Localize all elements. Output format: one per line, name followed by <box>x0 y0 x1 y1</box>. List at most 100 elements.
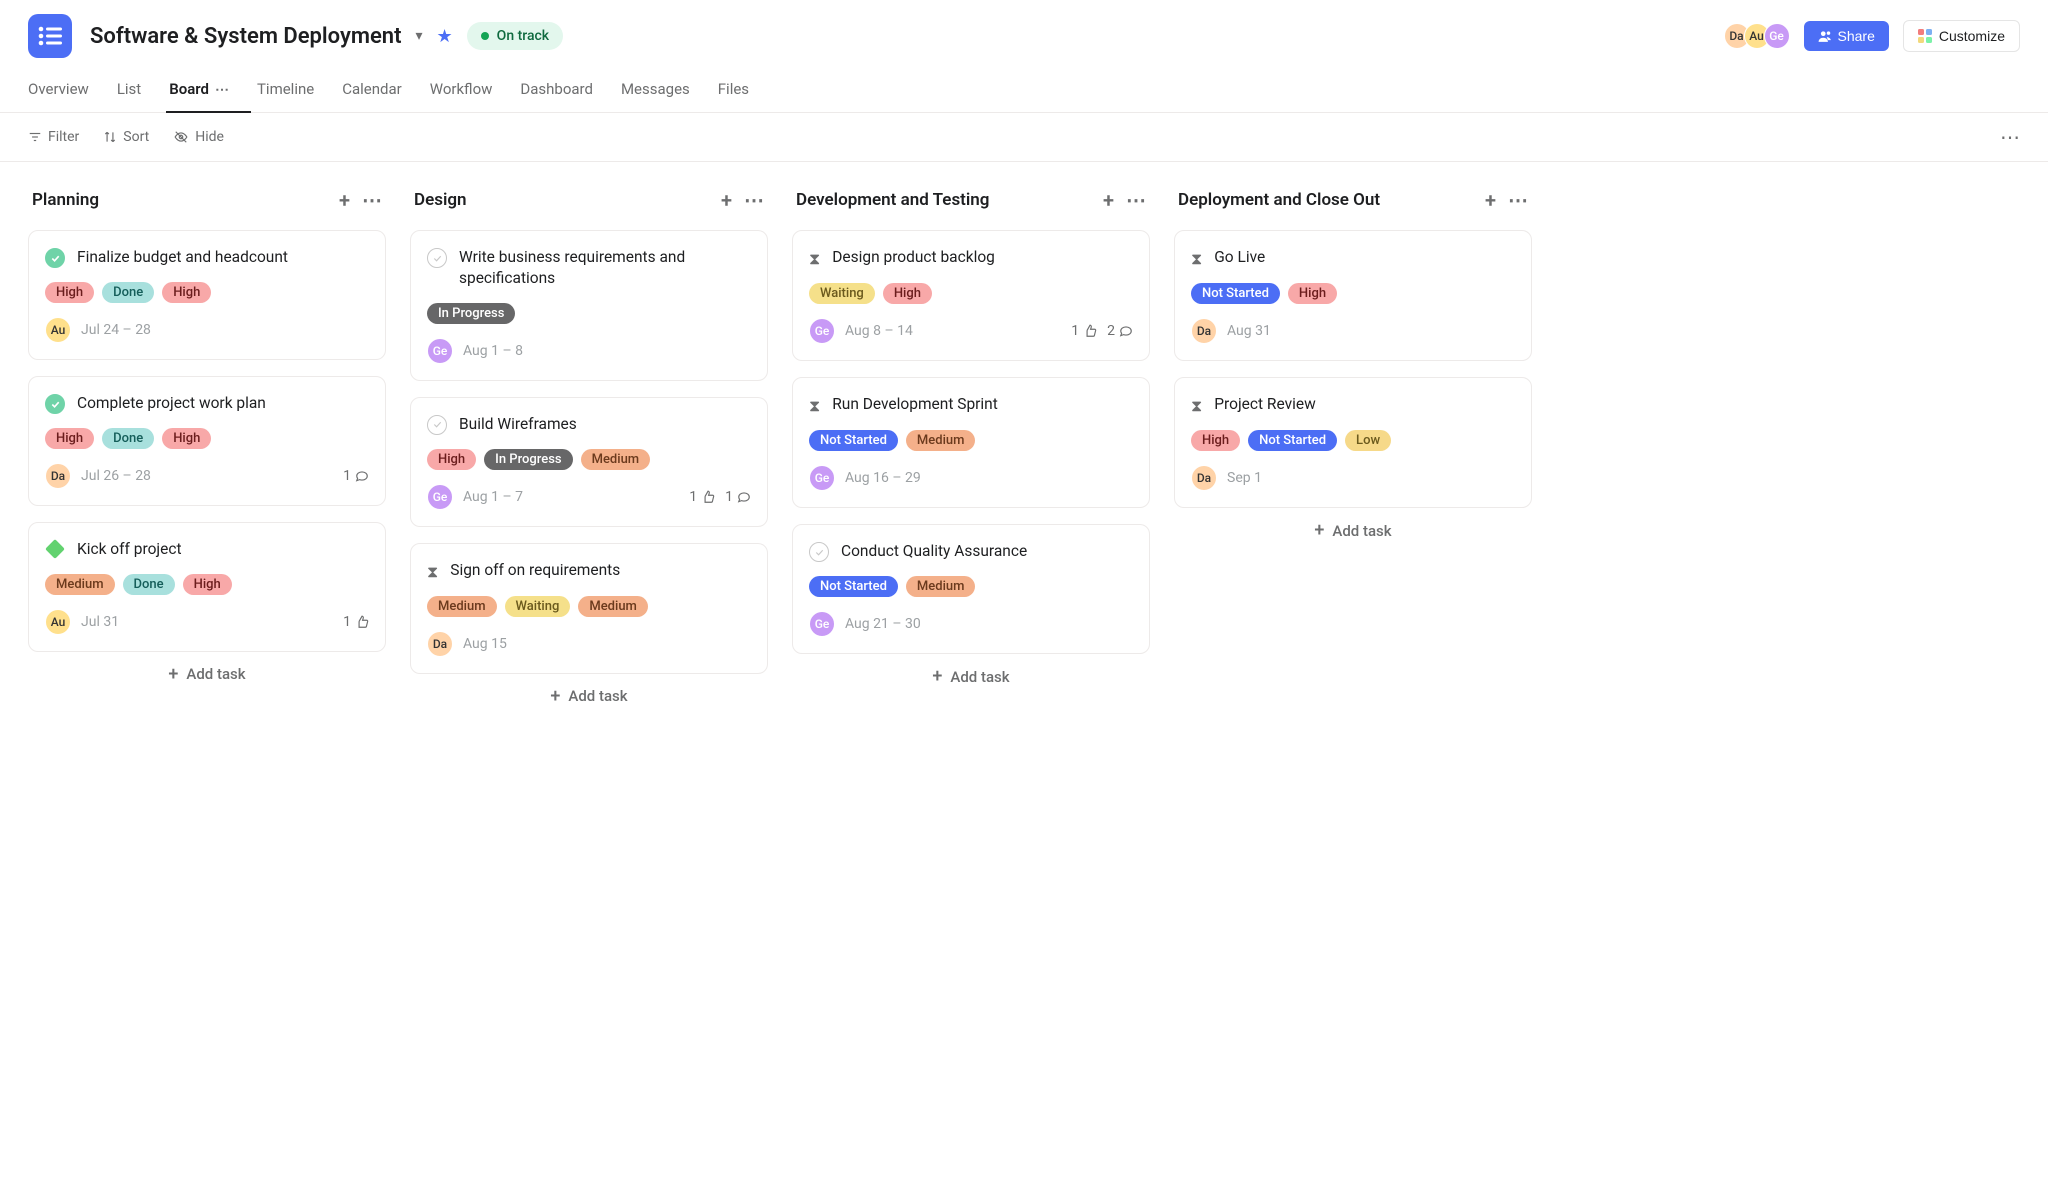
check-icon[interactable] <box>427 248 447 268</box>
filter-button[interactable]: Filter <box>28 129 79 145</box>
chevron-down-icon[interactable]: ▾ <box>416 28 423 44</box>
tag[interactable]: High <box>883 283 932 304</box>
assignee-avatar[interactable]: Au <box>45 609 71 635</box>
tag[interactable]: High <box>1288 283 1337 304</box>
tag[interactable]: Waiting <box>505 596 571 617</box>
check-icon[interactable] <box>809 542 829 562</box>
comments-count[interactable]: 1 <box>343 468 369 484</box>
assignee-avatar[interactable]: Ge <box>809 611 835 637</box>
task-card[interactable]: Complete project work planHighDoneHighDa… <box>28 376 386 506</box>
assignee-avatar[interactable]: Ge <box>809 465 835 491</box>
tag[interactable]: In Progress <box>427 303 515 324</box>
task-card[interactable]: ⧗Run Development SprintNot StartedMedium… <box>792 377 1150 508</box>
add-card-icon[interactable]: + <box>1485 188 1496 212</box>
assignee-avatar[interactable]: Da <box>45 463 71 489</box>
tab-board[interactable]: Board⋯ <box>169 70 229 112</box>
tag[interactable]: Medium <box>581 449 651 470</box>
tag[interactable]: High <box>45 428 94 449</box>
tab-more-icon[interactable]: ⋯ <box>215 82 229 98</box>
star-icon[interactable]: ★ <box>437 26 453 47</box>
milestone-icon[interactable] <box>45 539 65 559</box>
project-title[interactable]: Software & System Deployment <box>90 24 402 49</box>
assignee-avatar[interactable]: Da <box>427 631 453 657</box>
column-title[interactable]: Design <box>414 190 467 210</box>
tag[interactable]: Medium <box>45 574 115 595</box>
task-card[interactable]: ⧗Go LiveNot StartedHighDaAug 31 <box>1174 230 1532 361</box>
add-task-button[interactable]: +Add task <box>28 652 386 697</box>
assignee-avatar[interactable]: Da <box>1191 465 1217 491</box>
likes-count[interactable]: 1 <box>343 614 369 630</box>
task-card[interactable]: Build WireframesHighIn ProgressMediumGeA… <box>410 397 768 527</box>
tag[interactable]: High <box>162 428 211 449</box>
tag[interactable]: Low <box>1345 430 1391 451</box>
hourglass-icon[interactable]: ⧗ <box>427 562 438 582</box>
column-title[interactable]: Development and Testing <box>796 190 989 210</box>
assignee-avatar[interactable]: Ge <box>427 338 453 364</box>
tag[interactable]: High <box>162 282 211 303</box>
tab-dashboard[interactable]: Dashboard <box>520 70 593 112</box>
tab-timeline[interactable]: Timeline <box>257 70 314 112</box>
tag[interactable]: High <box>1191 430 1240 451</box>
tag[interactable]: Not Started <box>1248 430 1337 451</box>
add-card-icon[interactable]: + <box>339 188 350 212</box>
check-icon[interactable] <box>427 415 447 435</box>
check-done-icon[interactable] <box>45 394 65 414</box>
add-task-button[interactable]: +Add task <box>792 654 1150 699</box>
tag[interactable]: Not Started <box>809 576 898 597</box>
likes-count[interactable]: 1 <box>689 489 715 505</box>
assignee-avatar[interactable]: Ge <box>809 318 835 344</box>
hourglass-icon[interactable]: ⧗ <box>1191 249 1202 269</box>
task-card[interactable]: ⧗Sign off on requirementsMediumWaitingMe… <box>410 543 768 674</box>
column-more-icon[interactable]: ⋯ <box>362 188 382 212</box>
tag[interactable]: Medium <box>427 596 497 617</box>
project-icon[interactable] <box>28 14 72 58</box>
tab-overview[interactable]: Overview <box>28 70 89 112</box>
assignee-avatar[interactable]: Au <box>45 317 71 343</box>
column-title[interactable]: Planning <box>32 190 99 210</box>
member-avatars[interactable]: Da Au Ge <box>1724 23 1790 49</box>
toolbar-more-icon[interactable]: ⋯ <box>2000 125 2020 149</box>
column-more-icon[interactable]: ⋯ <box>1508 188 1528 212</box>
tag[interactable]: High <box>45 282 94 303</box>
tab-files[interactable]: Files <box>718 70 749 112</box>
task-card[interactable]: ⧗Design product backlogWaitingHighGeAug … <box>792 230 1150 361</box>
check-done-icon[interactable] <box>45 248 65 268</box>
likes-count[interactable]: 1 <box>1071 323 1097 339</box>
tab-messages[interactable]: Messages <box>621 70 690 112</box>
tag[interactable]: Medium <box>578 596 648 617</box>
comments-count[interactable]: 1 <box>725 489 751 505</box>
task-card[interactable]: Kick off projectMediumDoneHighAuJul 311 <box>28 522 386 652</box>
comments-count[interactable]: 2 <box>1107 323 1133 339</box>
tag[interactable]: Medium <box>906 576 976 597</box>
add-card-icon[interactable]: + <box>1103 188 1114 212</box>
hide-button[interactable]: Hide <box>173 129 224 145</box>
tag[interactable]: Medium <box>906 430 976 451</box>
task-card[interactable]: Finalize budget and headcountHighDoneHig… <box>28 230 386 360</box>
tag[interactable]: Done <box>102 282 154 303</box>
add-task-button[interactable]: +Add task <box>410 674 768 719</box>
column-more-icon[interactable]: ⋯ <box>1126 188 1146 212</box>
column-title[interactable]: Deployment and Close Out <box>1178 190 1380 210</box>
tab-workflow[interactable]: Workflow <box>430 70 493 112</box>
add-card-icon[interactable]: + <box>721 188 732 212</box>
assignee-avatar[interactable]: Da <box>1191 318 1217 344</box>
tag[interactable]: High <box>183 574 232 595</box>
tag[interactable]: Not Started <box>1191 283 1280 304</box>
add-task-button[interactable]: +Add task <box>1174 508 1532 553</box>
avatar[interactable]: Ge <box>1764 23 1790 49</box>
customize-button[interactable]: Customize <box>1903 20 2020 52</box>
sort-button[interactable]: Sort <box>103 129 149 145</box>
task-card[interactable]: ⧗Project ReviewHighNot StartedLowDaSep 1 <box>1174 377 1532 508</box>
tag[interactable]: High <box>427 449 476 470</box>
tag[interactable]: In Progress <box>484 449 572 470</box>
tag[interactable]: Not Started <box>809 430 898 451</box>
tab-list[interactable]: List <box>117 70 141 112</box>
hourglass-icon[interactable]: ⧗ <box>1191 396 1202 416</box>
task-card[interactable]: Write business requirements and specific… <box>410 230 768 381</box>
tab-calendar[interactable]: Calendar <box>342 70 402 112</box>
tag[interactable]: Done <box>123 574 175 595</box>
column-more-icon[interactable]: ⋯ <box>744 188 764 212</box>
hourglass-icon[interactable]: ⧗ <box>809 396 820 416</box>
hourglass-icon[interactable]: ⧗ <box>809 249 820 269</box>
status-pill[interactable]: On track <box>467 22 563 50</box>
